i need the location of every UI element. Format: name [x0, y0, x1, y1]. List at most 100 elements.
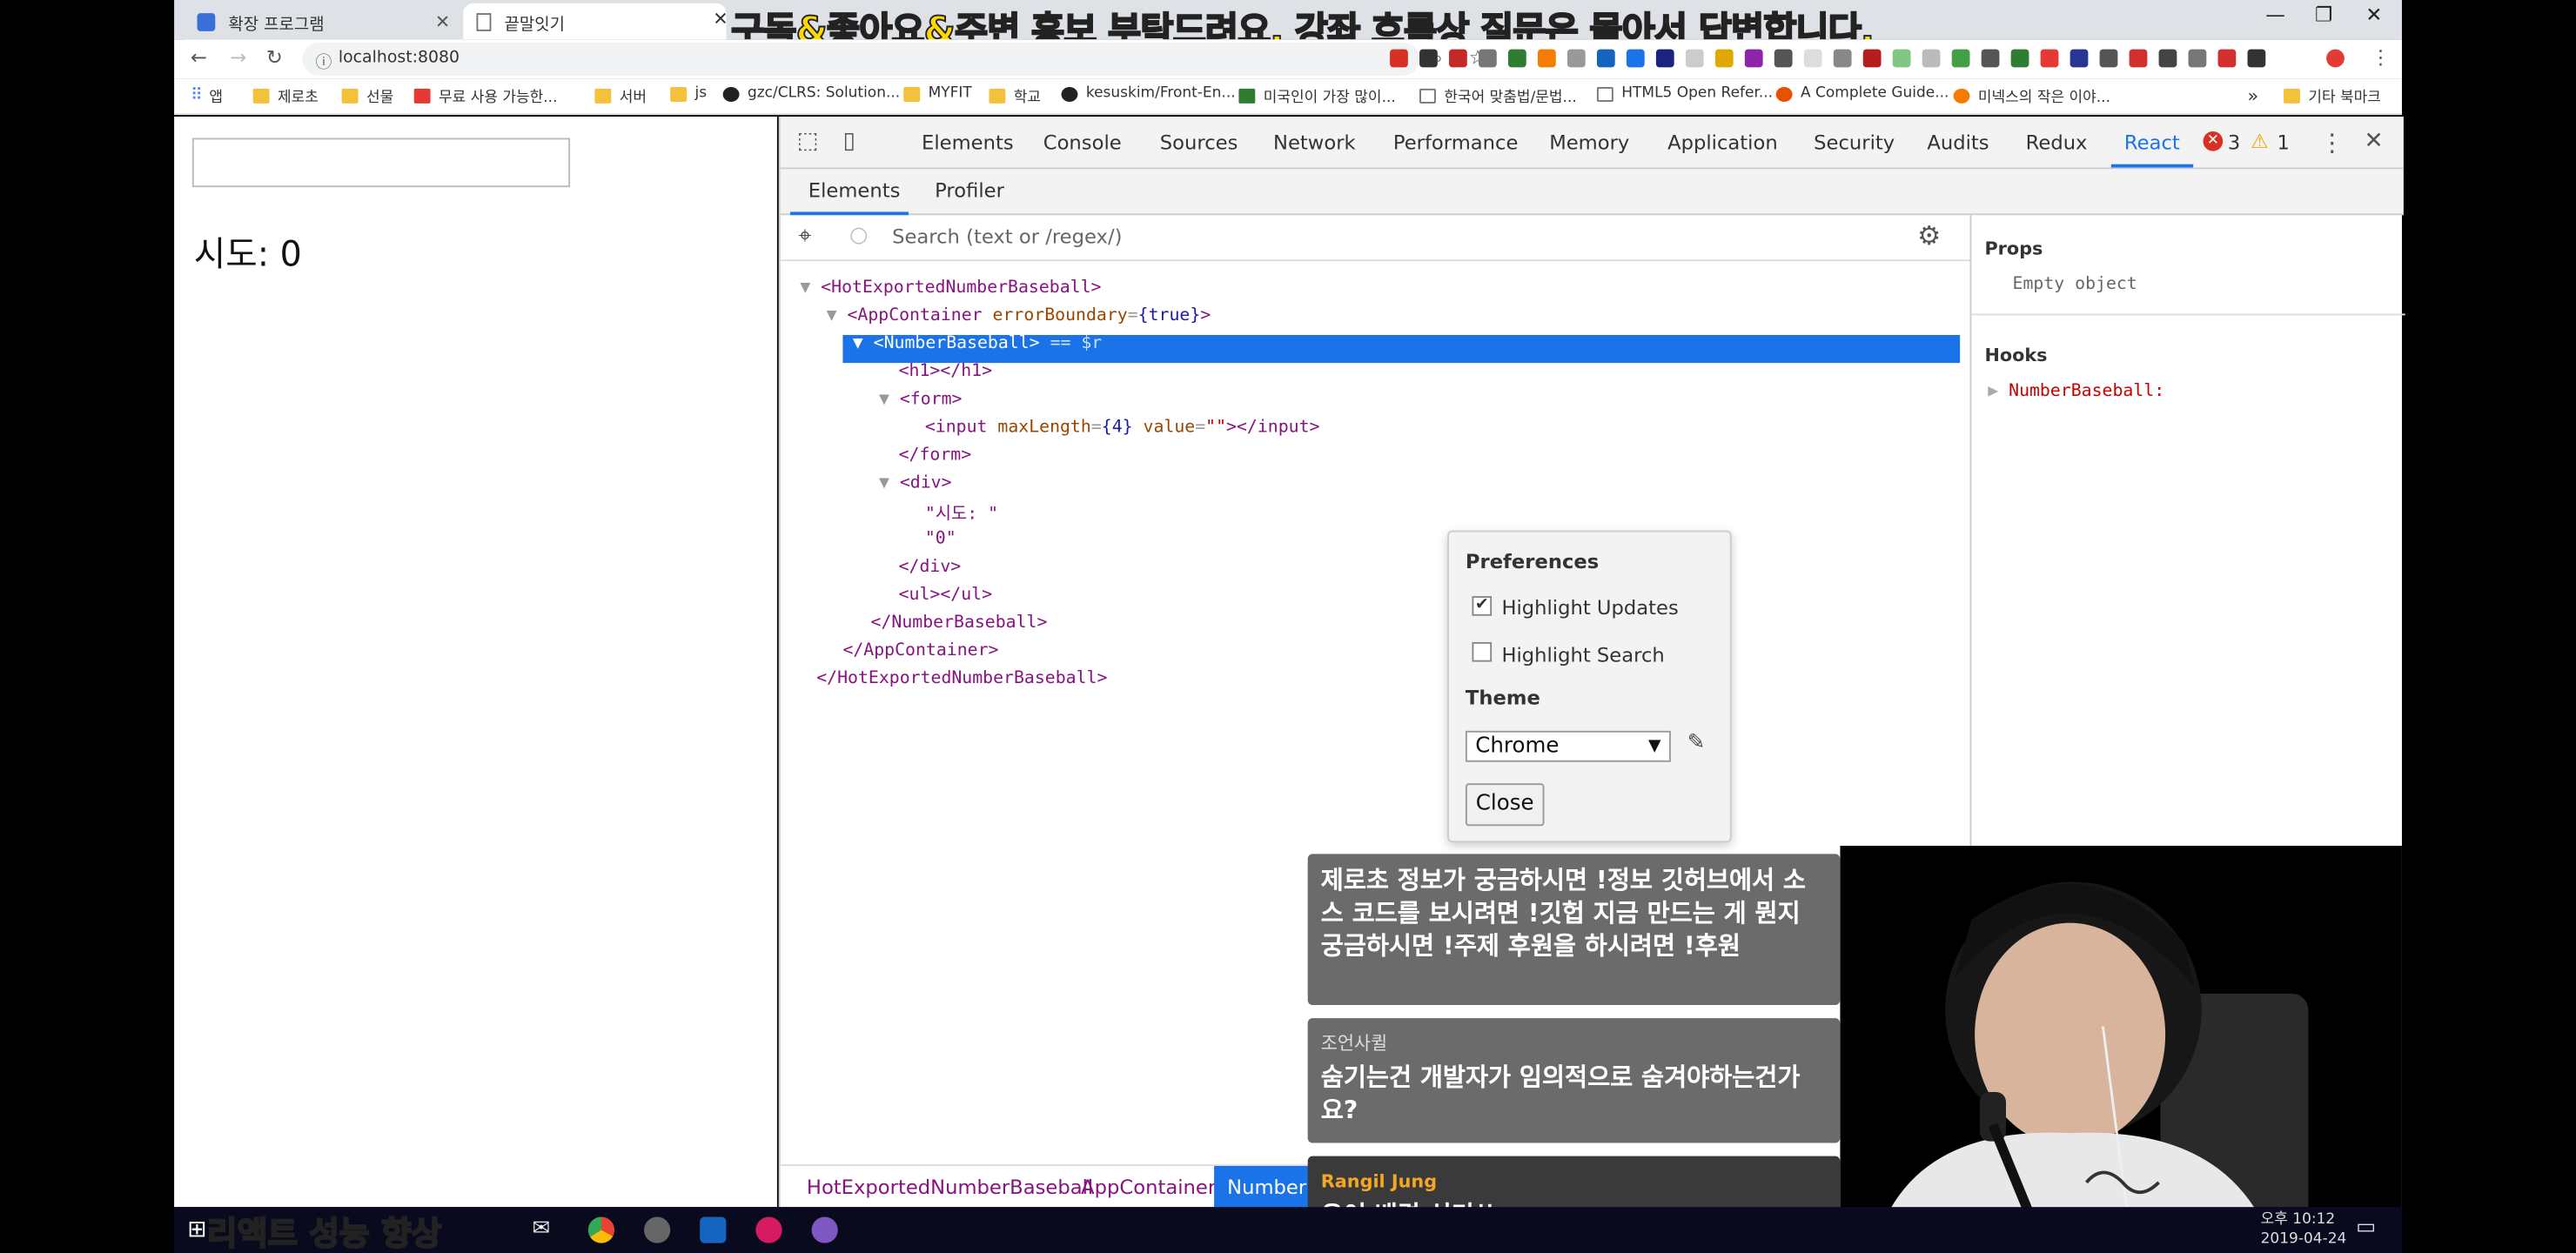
- extension-icon[interactable]: [2217, 49, 2237, 68]
- close-window-icon[interactable]: ✕: [2365, 3, 2382, 26]
- forward-icon[interactable]: →: [230, 46, 246, 69]
- tab-react[interactable]: React: [2124, 131, 2180, 154]
- tree-row[interactable]: <h1></h1>: [899, 361, 992, 381]
- tree-row[interactable]: </HotExportedNumberBaseball>: [816, 668, 1107, 688]
- tree-row[interactable]: </div>: [899, 557, 962, 577]
- extension-icon[interactable]: [1981, 49, 2000, 68]
- bookmark-item[interactable]: 미국인이 가장 많이...: [1238, 85, 1396, 107]
- tab-sources[interactable]: Sources: [1160, 131, 1238, 154]
- bookmark-item[interactable]: 제로초: [252, 85, 319, 107]
- extension-icon[interactable]: [1951, 49, 1970, 68]
- back-icon[interactable]: ←: [191, 46, 207, 69]
- tab-security[interactable]: Security: [1814, 131, 1895, 154]
- tab-console[interactable]: Console: [1043, 131, 1122, 154]
- tab-extensions[interactable]: 확장 프로그램 ✕: [184, 3, 464, 40]
- tree-text-node[interactable]: "0": [925, 529, 956, 549]
- minimize-icon[interactable]: —: [2265, 3, 2285, 26]
- menu-kebab-icon[interactable]: ⋮: [2371, 46, 2391, 69]
- devtools-menu-icon[interactable]: ⋮: [2320, 128, 2345, 157]
- hook-item[interactable]: ▶ NumberBaseball:: [1988, 381, 2164, 401]
- close-tab-icon[interactable]: ✕: [435, 10, 450, 32]
- tree-row[interactable]: ▼ <div>: [879, 473, 952, 493]
- theme-select[interactable]: Chrome ▼: [1465, 730, 1671, 762]
- extension-icon[interactable]: [2099, 49, 2118, 68]
- extension-icon[interactable]: [1655, 49, 1674, 68]
- bookmark-item[interactable]: 무료 사용 가능한...: [413, 85, 557, 107]
- extension-icon[interactable]: [1833, 49, 1852, 68]
- warning-count[interactable]: 1: [2277, 131, 2289, 154]
- bookmark-item[interactable]: 서버: [594, 85, 647, 107]
- gear-icon[interactable]: ⚙: [1917, 220, 1941, 251]
- extension-icon[interactable]: [1774, 49, 1793, 68]
- extension-icon[interactable]: [1419, 49, 1438, 68]
- tab-active-page[interactable]: 끝말잇기: [463, 3, 727, 40]
- tab-memory[interactable]: Memory: [1549, 131, 1629, 154]
- reload-icon[interactable]: ↻: [266, 46, 283, 69]
- tab-network[interactable]: Network: [1273, 131, 1356, 154]
- tree-row[interactable]: <ul></ul>: [899, 585, 992, 605]
- gmail-extension-icon[interactable]: [1390, 49, 1408, 68]
- extension-icon[interactable]: [1626, 49, 1645, 68]
- device-toggle-icon[interactable]: ▯: [842, 128, 855, 154]
- extension-icon[interactable]: [1685, 49, 1704, 68]
- word-input[interactable]: [191, 137, 571, 188]
- extension-icon[interactable]: [1803, 49, 1822, 68]
- highlight-search-checkbox[interactable]: [1472, 641, 1493, 662]
- subtab-elements[interactable]: Elements: [808, 179, 901, 202]
- extension-icon[interactable]: [1744, 49, 1763, 68]
- slack-icon[interactable]: [755, 1216, 782, 1243]
- bookmark-item[interactable]: MYFIT: [903, 85, 972, 102]
- tab-elements[interactable]: Elements: [922, 131, 1014, 154]
- extension-icon[interactable]: [2010, 49, 2029, 68]
- notification-icon[interactable]: ▭: [2356, 1216, 2376, 1240]
- extension-icon[interactable]: [2158, 49, 2177, 68]
- subtab-profiler[interactable]: Profiler: [935, 179, 1004, 202]
- extension-icon[interactable]: [1537, 49, 1556, 68]
- other-bookmarks[interactable]: 기타 북마크: [2284, 85, 2381, 107]
- windows-start-icon[interactable]: ⊞: [187, 1216, 206, 1243]
- breadcrumb-item[interactable]: AppContainer: [1081, 1176, 1216, 1198]
- app-icon[interactable]: [811, 1216, 838, 1243]
- close-tab-icon[interactable]: ✕: [713, 8, 728, 30]
- extension-icon[interactable]: [1922, 49, 1941, 68]
- bookmark-item[interactable]: js: [670, 85, 707, 102]
- mail-icon[interactable]: ✉: [533, 1216, 551, 1241]
- extension-icon[interactable]: [1862, 49, 1882, 68]
- breadcrumb-item[interactable]: HotExportedNumberBaseball: [807, 1176, 1093, 1198]
- profile-avatar[interactable]: [2326, 49, 2345, 68]
- target-icon[interactable]: ⌖: [798, 224, 811, 250]
- highlight-updates-checkbox[interactable]: ✔: [1472, 596, 1493, 616]
- extension-icon[interactable]: [2070, 49, 2089, 68]
- tree-row[interactable]: </NumberBaseball>: [871, 613, 1048, 633]
- extension-icon[interactable]: [2040, 49, 2059, 68]
- webstorm-icon[interactable]: [700, 1216, 727, 1243]
- chrome-icon[interactable]: [587, 1216, 615, 1243]
- system-clock[interactable]: 오후 10:12 2019-04-24: [2261, 1210, 2347, 1250]
- bookmark-item[interactable]: 선물: [341, 85, 393, 107]
- extension-icon[interactable]: [1449, 49, 1467, 68]
- bookmark-item[interactable]: kesuskim/Front-En...: [1061, 85, 1236, 102]
- tree-row[interactable]: </AppContainer>: [842, 640, 998, 660]
- tree-row[interactable]: ▼ <AppContainer errorBoundary={true}>: [827, 305, 1211, 325]
- tree-row[interactable]: </form>: [899, 445, 972, 465]
- extension-icon[interactable]: [1892, 49, 1911, 68]
- tab-redux[interactable]: Redux: [2026, 131, 2088, 154]
- extension-icon[interactable]: [2129, 49, 2148, 68]
- bookmark-item[interactable]: 학교: [989, 85, 1041, 107]
- tab-audits[interactable]: Audits: [1927, 131, 1989, 154]
- tree-row[interactable]: ▼ <form>: [879, 389, 963, 409]
- bookmark-item[interactable]: gzc/CLRS: Solution...: [722, 85, 900, 102]
- bookmark-item[interactable]: 한국어 맞춤법/문법...: [1419, 85, 1577, 107]
- bookmark-item[interactable]: A Complete Guide...: [1775, 85, 1949, 102]
- close-button[interactable]: Close: [1465, 783, 1545, 827]
- error-count[interactable]: 3: [2228, 131, 2240, 154]
- restore-icon[interactable]: ❐: [2315, 3, 2332, 26]
- tab-performance[interactable]: Performance: [1393, 131, 1519, 154]
- app-icon[interactable]: [644, 1216, 671, 1243]
- tree-row[interactable]: ▼ <HotExportedNumberBaseball>: [800, 278, 1101, 298]
- inspect-icon[interactable]: ⬚: [797, 128, 819, 154]
- extension-icon[interactable]: [1479, 49, 1497, 68]
- search-input[interactable]: Search (text or /regex/): [892, 225, 1122, 248]
- tree-text-node[interactable]: "시도: ": [925, 501, 998, 526]
- extension-icon[interactable]: [1508, 49, 1526, 68]
